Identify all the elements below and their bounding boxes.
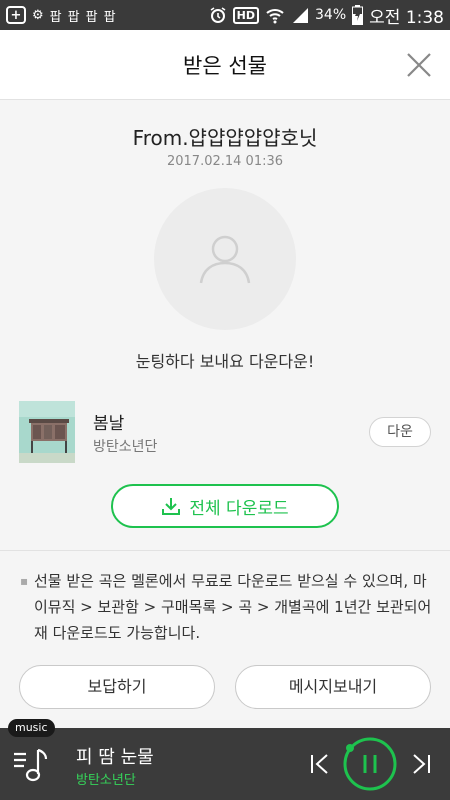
now-playing-title: 피 땀 눈물 [76,747,154,768]
battery-icon [352,5,364,25]
notification-app-icon: 팝 [103,9,116,25]
notice-text: ▪ 선물 받은 곡은 멜론에서 무료로 다운로드 받으실 수 있으며, 마이뮤직… [20,568,432,646]
bullet-icon: ▪ [20,574,29,588]
pause-button[interactable] [342,736,398,792]
settings-icon: ⚙ [32,7,44,23]
close-button[interactable] [402,48,436,82]
page-title: 받은 선물 [183,54,267,78]
battery-percent: 34% [315,7,347,23]
reply-gift-button[interactable]: 보답하기 [19,665,215,709]
download-icon [162,498,181,515]
avatar [154,188,296,330]
song-row[interactable]: 봄날 방탄소년단 다운 [19,399,431,463]
gift-sender: From.얍얍얍얍얍호닛 [132,126,318,150]
notification-app-icon: 팝 [49,9,62,25]
mini-player[interactable]: music 피 땀 눈물 방탄소년단 [0,719,450,800]
pause-icon [343,737,397,791]
user-icon [199,235,251,284]
send-message-button[interactable]: 메시지보내기 [235,665,431,709]
add-icon: + [6,6,26,24]
close-icon [407,53,431,77]
clock: 오전 1:38 [369,7,444,28]
divider [0,550,450,551]
playlist-button[interactable] [12,744,52,784]
download-all-button[interactable]: 전체 다운로드 [111,484,339,528]
gift-message: 눈팅하다 보내요 다운다운! [135,352,315,371]
header: 받은 선물 [0,30,450,100]
music-tag: music [8,719,55,737]
song-title: 봄날 [93,414,125,434]
song-artist: 방탄소년단 [93,439,158,455]
previous-track-button[interactable] [307,751,333,777]
status-left: + ⚙ 팝 팝 팝 팝 [6,5,116,25]
music-note-menu-icon [14,748,48,782]
next-track-button[interactable] [408,751,434,777]
next-icon [413,754,430,774]
alarm-icon [210,7,226,23]
hd-icon: HD [232,6,260,24]
notification-app-icon: 팝 [85,9,98,25]
status-bar: + ⚙ 팝 팝 팝 팝 HD 34% 오전 1:38 [0,0,450,30]
download-all-label: 전체 다운로드 [189,498,289,519]
notice-body: 선물 받은 곡은 멜론에서 무료로 다운로드 받으실 수 있으며, 마이뮤직 >… [34,572,432,642]
status-right: HD 34% 오전 1:38 [209,3,444,28]
previous-icon [311,754,328,774]
notification-app-icon: 팝 [67,9,80,25]
action-buttons: 보답하기 메시지보내기 [19,665,431,709]
download-song-button[interactable]: 다운 [369,417,431,447]
signal-icon [293,8,309,23]
now-playing-artist: 방탄소년단 [76,773,136,788]
gift-date: 2017.02.14 01:36 [166,154,284,169]
album-art [19,401,75,463]
wifi-icon [266,9,284,24]
